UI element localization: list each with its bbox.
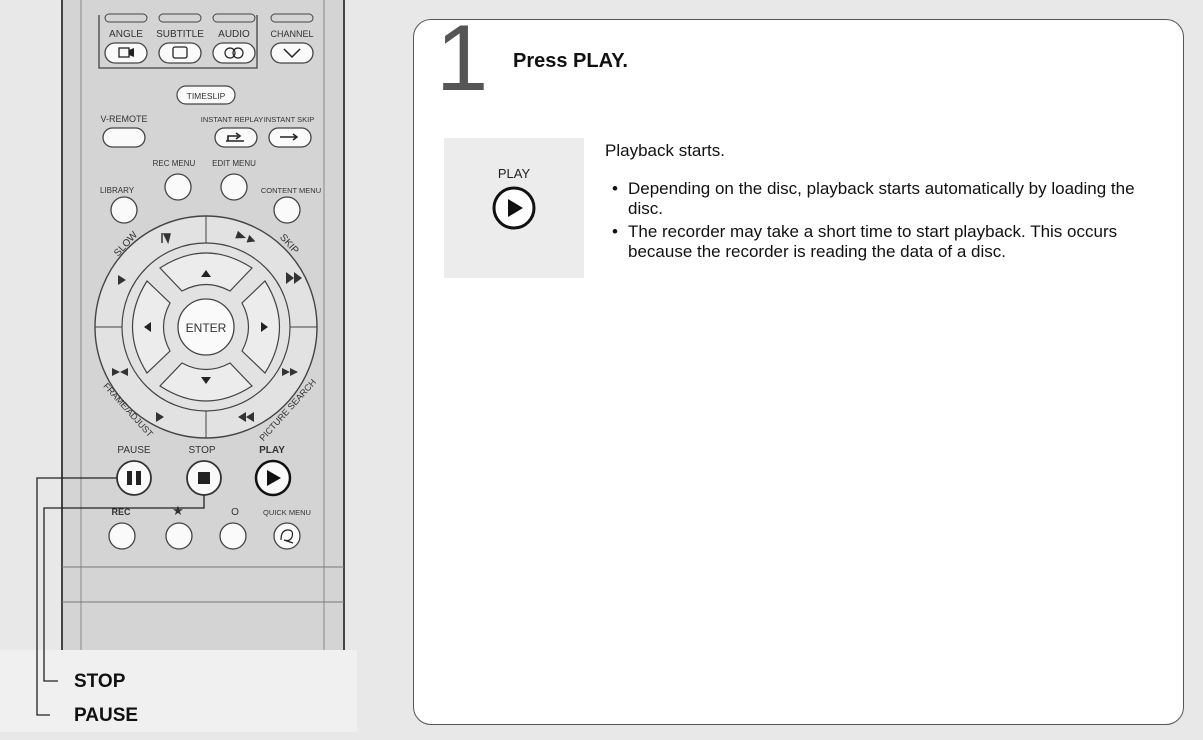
angle-button[interactable]	[104, 42, 148, 64]
play-label: PLAY	[259, 445, 285, 456]
step-bullet-list: Depending on the disc, playback starts a…	[605, 179, 1165, 262]
audio-label: AUDIO	[218, 29, 250, 40]
instant-skip-button[interactable]	[268, 127, 312, 148]
step-number: 1	[436, 5, 488, 110]
audio-button[interactable]	[212, 42, 256, 64]
edit-menu-label: EDIT MENU	[212, 159, 256, 168]
step-description: Playback starts. Depending on the disc, …	[605, 141, 1165, 265]
step-title: Press PLAY.	[513, 50, 628, 72]
remote-control-illustration: ANGLE SUBTITLE AUDIO CHANNEL TIMESLIP V-…	[0, 0, 357, 732]
edit-menu-button[interactable]	[220, 173, 248, 201]
vremote-button[interactable]	[102, 127, 146, 148]
circle-button[interactable]	[219, 522, 247, 550]
rec-button[interactable]	[108, 522, 136, 550]
play-icon	[492, 186, 536, 230]
remote-illustration-panel: ANGLE SUBTITLE AUDIO CHANNEL TIMESLIP V-…	[0, 0, 400, 740]
play-button[interactable]	[254, 459, 292, 497]
vremote-label: V-REMOTE	[100, 114, 147, 124]
channel-down-button[interactable]	[270, 42, 314, 64]
list-item: The recorder may take a short time to st…	[612, 222, 1165, 262]
stop-icon	[198, 472, 210, 484]
enter-label: ENTER	[186, 321, 227, 335]
star-label: ★	[172, 503, 184, 518]
pause-label: PAUSE	[117, 445, 150, 456]
stop-button[interactable]	[186, 460, 222, 496]
instruction-card: 1 Press PLAY. PLAY Playback starts. Depe…	[413, 6, 1184, 725]
step-intro: Playback starts.	[605, 141, 725, 160]
star-button[interactable]	[165, 522, 193, 550]
stop-callout-label: STOP	[74, 671, 126, 692]
subtitle-label: SUBTITLE	[156, 29, 204, 40]
play-box-label: PLAY	[497, 166, 531, 181]
quick-menu-label: QUICK MENU	[263, 508, 311, 517]
pause-icon	[127, 471, 132, 485]
circle-label: O	[231, 507, 239, 518]
content-menu-button[interactable]	[273, 196, 301, 224]
list-item: Depending on the disc, playback starts a…	[612, 179, 1165, 219]
subtitle-button[interactable]	[158, 42, 202, 64]
timeslip-button[interactable]: TIMESLIP	[176, 85, 236, 105]
library-label: LIBRARY	[100, 186, 135, 195]
instant-replay-label: INSTANT REPLAY	[201, 115, 264, 124]
quick-menu-button[interactable]	[273, 522, 301, 550]
library-button[interactable]	[110, 196, 138, 224]
instant-skip-label: INSTANT SKIP	[264, 115, 315, 124]
enter-button[interactable]: ENTER	[177, 298, 235, 356]
rec-menu-label: REC MENU	[153, 159, 196, 168]
pause-callout-label: PAUSE	[74, 705, 139, 726]
angle-label: ANGLE	[109, 29, 143, 40]
timeslip-label: TIMESLIP	[187, 91, 226, 101]
play-button-illustration: PLAY	[444, 138, 584, 278]
content-menu-label: CONTENT MENU	[261, 186, 321, 195]
stop-label: STOP	[188, 445, 215, 456]
channel-label: CHANNEL	[270, 29, 313, 39]
rec-menu-button[interactable]	[164, 173, 192, 201]
pause-button[interactable]	[116, 460, 152, 496]
instant-replay-button[interactable]	[214, 127, 258, 148]
